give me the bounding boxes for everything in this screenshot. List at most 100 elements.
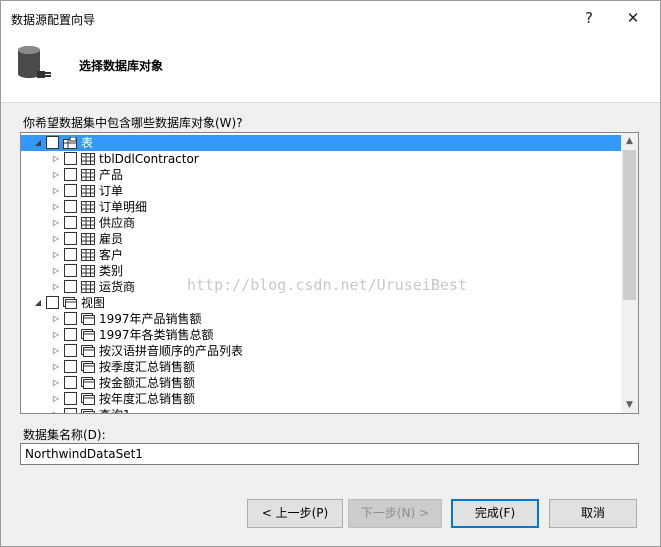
expand-arrow-icon[interactable]: ▷ (51, 199, 61, 215)
tree-item[interactable]: ▷ tblDdlContractor (21, 151, 622, 167)
tree-item-label: 供应商 (99, 216, 136, 230)
tree-item-label: 运货商 (99, 280, 136, 294)
tree-item-checkbox[interactable] (46, 136, 59, 149)
tree-item-checkbox[interactable] (64, 184, 77, 197)
tree-item[interactable]: ▷ 供应商 (21, 215, 622, 231)
tree-item[interactable]: ▷ 按金额汇总销售额 (21, 375, 622, 391)
tree-item-label: 订单明细 (99, 200, 148, 214)
cancel-button[interactable]: 取消 (549, 499, 637, 528)
tree-item[interactable]: ▷ 客户 (21, 247, 622, 263)
tree-item-checkbox[interactable] (64, 200, 77, 213)
tree-item-label: 1997年各类销售总额 (99, 328, 214, 342)
tree-item[interactable]: ▷ 1997年产品销售额 (21, 311, 622, 327)
wizard-header: 选择数据库对象 (1, 35, 660, 103)
expand-arrow-icon[interactable]: ▷ (51, 151, 61, 167)
back-button[interactable]: < 上一步(P) (247, 499, 343, 528)
title-bar: 数据源配置向导 ? ✕ (1, 1, 660, 35)
table-icon (81, 265, 95, 277)
scroll-up-icon[interactable]: ▲ (621, 133, 638, 149)
collapse-arrow-icon[interactable]: ◢ (33, 295, 43, 311)
tree-item[interactable]: ▷ 按汉语拼音顺序的产品列表 (21, 343, 622, 359)
tree-item-checkbox[interactable] (64, 264, 77, 277)
collapse-arrow-icon[interactable]: ◢ (33, 135, 43, 151)
tree-item-checkbox[interactable] (46, 296, 59, 309)
tree-item[interactable]: ▷ 查询1 (21, 407, 622, 413)
finish-button[interactable]: 完成(F) (451, 499, 539, 528)
tree-item-label: 按金额汇总销售额 (99, 376, 196, 390)
tree-item-label: 视图 (81, 296, 106, 310)
view-icon (81, 345, 95, 357)
tree-item-label: 1997年产品销售额 (99, 312, 202, 326)
tree-item[interactable]: ▷ 雇员 (21, 231, 622, 247)
tree-item-label: 客户 (99, 248, 124, 262)
expand-arrow-icon[interactable]: ▷ (51, 343, 61, 359)
tree-item-checkbox[interactable] (64, 376, 77, 389)
close-button[interactable]: ✕ (619, 7, 647, 29)
tree-item-label: 按年度汇总销售额 (99, 392, 196, 406)
tree-item[interactable]: ▷ 订单明细 (21, 199, 622, 215)
tree-item-checkbox[interactable] (64, 152, 77, 165)
table-icon (81, 153, 95, 165)
next-button[interactable]: 下一步(N) > (348, 499, 442, 528)
database-objects-tree[interactable]: ◢ 表 ▷ tblDdlContractor ▷ 产品 ▷ 订单 ▷ 订单明细 ▷ 供应商 ▷ 雇员 ▷ 客户… (20, 132, 639, 414)
tree-item-checkbox[interactable] (64, 408, 77, 413)
tree-item-label: 按季度汇总销售额 (99, 360, 196, 374)
table-icon (81, 217, 95, 229)
table-folder-icon (63, 136, 77, 149)
tree-item-label: tblDdlContractor (99, 152, 199, 166)
tree-item-checkbox[interactable] (64, 360, 77, 373)
tree-item[interactable]: ▷ 产品 (21, 167, 622, 183)
tree-item[interactable]: ▷ 按季度汇总销售额 (21, 359, 622, 375)
tree-item-checkbox[interactable] (64, 216, 77, 229)
tree-item-checkbox[interactable] (64, 280, 77, 293)
expand-arrow-icon[interactable]: ▷ (51, 247, 61, 263)
expand-arrow-icon[interactable]: ▷ (51, 311, 61, 327)
expand-arrow-icon[interactable]: ▷ (51, 167, 61, 183)
expand-arrow-icon[interactable]: ▷ (51, 215, 61, 231)
expand-arrow-icon[interactable]: ▷ (51, 279, 61, 295)
tree-item[interactable]: ▷ 订单 (21, 183, 622, 199)
tree-item-label: 雇员 (99, 232, 124, 246)
scroll-down-icon[interactable]: ▼ (621, 397, 638, 413)
tree-item-label: 产品 (99, 168, 124, 182)
tree-item-checkbox[interactable] (64, 328, 77, 341)
expand-arrow-icon[interactable]: ▷ (51, 183, 61, 199)
tree-item-label: 查询1 (99, 407, 131, 413)
tree-item-checkbox[interactable] (64, 232, 77, 245)
table-icon (81, 233, 95, 245)
tree-item-label: 按汉语拼音顺序的产品列表 (99, 344, 244, 358)
tree-group-node[interactable]: ◢ 表 (21, 135, 622, 151)
expand-arrow-icon[interactable]: ▷ (51, 391, 61, 407)
tree-item-checkbox[interactable] (64, 344, 77, 357)
tree-item-checkbox[interactable] (64, 392, 77, 405)
expand-arrow-icon[interactable]: ▷ (51, 263, 61, 279)
tree-viewport: ◢ 表 ▷ tblDdlContractor ▷ 产品 ▷ 订单 ▷ 订单明细 ▷ 供应商 ▷ 雇员 ▷ 客户… (21, 133, 622, 413)
tree-item[interactable]: ▷ 1997年各类销售总额 (21, 327, 622, 343)
expand-arrow-icon[interactable]: ▷ (51, 359, 61, 375)
expand-arrow-icon[interactable]: ▷ (51, 407, 61, 413)
view-icon (81, 393, 95, 405)
tree-item-label: 订单 (99, 184, 124, 198)
table-icon (81, 201, 95, 213)
page-title: 选择数据库对象 (79, 59, 164, 73)
dataset-name-label: 数据集名称(D): (23, 428, 106, 442)
tree-item[interactable]: ▷ 按年度汇总销售额 (21, 391, 622, 407)
tree-item-checkbox[interactable] (64, 248, 77, 261)
tree-item-checkbox[interactable] (64, 312, 77, 325)
view-folder-icon (63, 297, 77, 309)
help-button[interactable]: ? (575, 7, 603, 29)
table-icon (81, 281, 95, 293)
table-icon (81, 169, 95, 181)
vertical-scrollbar[interactable]: ▲ ▼ (621, 133, 638, 413)
expand-arrow-icon[interactable]: ▷ (51, 375, 61, 391)
expand-arrow-icon[interactable]: ▷ (51, 231, 61, 247)
expand-arrow-icon[interactable]: ▷ (51, 327, 61, 343)
window-title: 数据源配置向导 (11, 13, 96, 27)
tree-item-checkbox[interactable] (64, 168, 77, 181)
scroll-thumb[interactable] (623, 150, 636, 300)
tree-group-node[interactable]: ◢ 视图 (21, 295, 622, 311)
watermark: http://blog.csdn.net/UruseiBest (187, 276, 467, 294)
dataset-name-input[interactable]: NorthwindDataSet1 (20, 443, 639, 465)
tree-item-label: 表 (81, 136, 94, 150)
table-icon (81, 249, 95, 261)
